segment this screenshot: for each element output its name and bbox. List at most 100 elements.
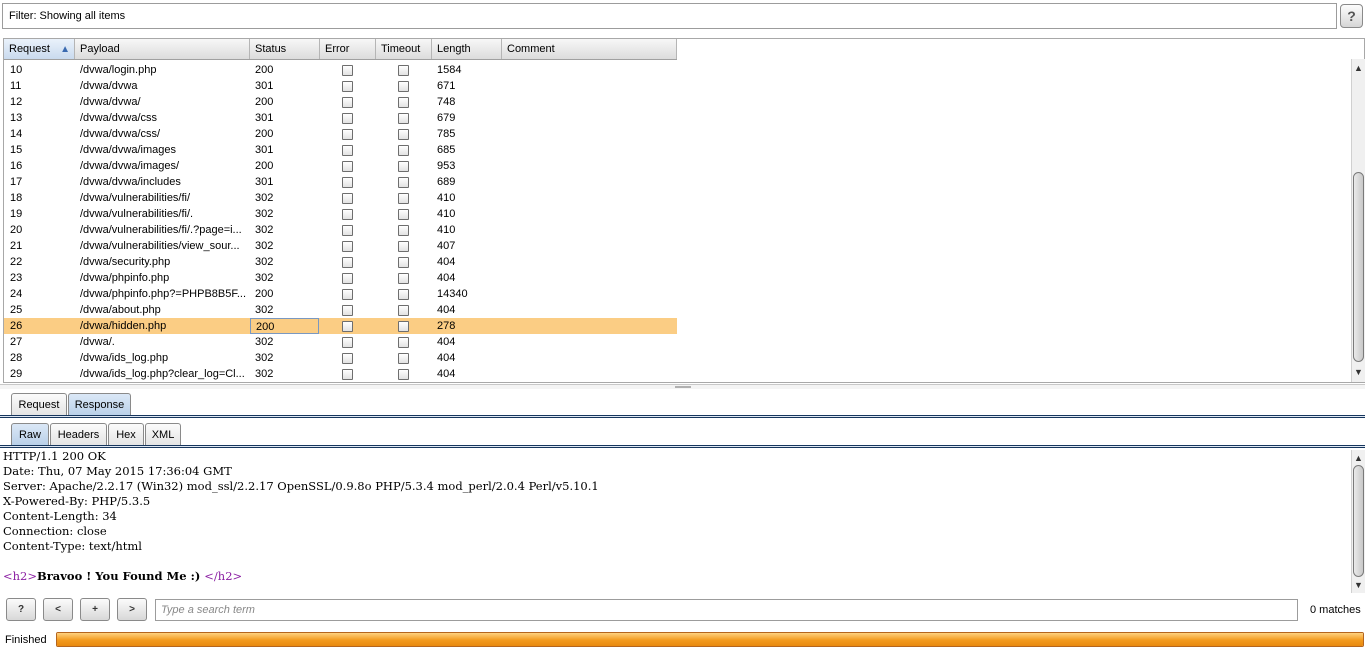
table-row[interactable]: 28/dvwa/ids_log.php 302 404 (4, 350, 677, 366)
status-cell: 301 (255, 176, 274, 188)
length-cell: 278 (437, 320, 456, 332)
length-cell: 685 (437, 144, 456, 156)
length-cell: 748 (437, 96, 456, 108)
tab-headers[interactable]: Headers (50, 423, 107, 446)
response-body-line: <h2>Bravoo ! You Found Me :) </h2> (3, 569, 242, 584)
checkbox-icon (342, 257, 353, 268)
length-cell: 689 (437, 176, 456, 188)
html-open-tag: <h2> (3, 569, 37, 583)
response-scrollbar[interactable]: ▲ ▼ (1351, 450, 1365, 593)
table-row[interactable]: 14/dvwa/dvwa/css/200 785 (4, 126, 677, 142)
column-header-payload[interactable]: Payload (75, 39, 250, 59)
payload-cell: /dvwa/dvwa/images/ (80, 160, 180, 172)
tab-hex[interactable]: Hex (108, 423, 144, 446)
column-header-request[interactable]: Request ▲ (4, 39, 75, 59)
timeout-checkbox[interactable] (398, 369, 410, 382)
table-row[interactable]: 23/dvwa/phpinfo.php 302 404 (4, 270, 677, 286)
view-tab-underline (0, 445, 1365, 448)
table-row[interactable]: 10/dvwa/login.php 200 1584 (4, 62, 677, 78)
table-row[interactable]: 27/dvwa/. 302 404 (4, 334, 677, 350)
checkbox-icon (398, 369, 409, 380)
status-cell: 302 (255, 304, 274, 316)
table-row[interactable]: 17/dvwa/dvwa/includes 301 689 (4, 174, 677, 190)
request-number: 11 (10, 80, 22, 92)
table-row[interactable]: 13/dvwa/dvwa/css 301 679 (4, 110, 677, 126)
search-add-button[interactable]: + (80, 598, 110, 621)
payload-cell: /dvwa/phpinfo.php?=PHPB8B5F... (80, 288, 247, 300)
filter-text: Filter: Showing all items (9, 10, 126, 22)
request-number: 15 (10, 144, 23, 156)
request-number: 19 (10, 208, 23, 220)
checkbox-icon (398, 241, 409, 252)
scrollbar-thumb[interactable] (1353, 465, 1364, 577)
request-number: 14 (10, 128, 23, 140)
response-header-line: Server: Apache/2.2.17 (Win32) mod_ssl/2.… (3, 479, 599, 493)
checkbox-icon (342, 225, 353, 236)
request-number: 25 (10, 304, 23, 316)
payload-cell: /dvwa/login.php (80, 64, 157, 76)
splitter-grip-icon (675, 386, 691, 388)
column-header-comment[interactable]: Comment (502, 39, 677, 59)
search-help-button[interactable]: ? (6, 598, 36, 621)
checkbox-icon (398, 337, 409, 348)
status-cell: 302 (255, 224, 274, 236)
pane-splitter[interactable] (0, 384, 1365, 389)
status-cell: 301 (255, 112, 274, 124)
results-table: Request ▲ Payload Status Error Timeout L… (3, 38, 1365, 383)
table-row[interactable]: 26/dvwa/hidden.php 200 278 (4, 318, 677, 334)
table-row[interactable]: 22/dvwa/security.php 302 404 (4, 254, 677, 270)
request-number: 29 (10, 368, 23, 380)
filter-help-button[interactable]: ? (1340, 4, 1363, 28)
checkbox-icon (342, 65, 353, 76)
tab-request[interactable]: Request (11, 393, 67, 416)
status-cell: 302 (255, 272, 274, 284)
column-header-length[interactable]: Length (432, 39, 502, 59)
table-row[interactable]: 29/dvwa/ids_log.php?clear_log=Cl... 302 40… (4, 366, 677, 382)
length-cell: 410 (437, 192, 456, 204)
table-row[interactable]: 16/dvwa/dvwa/images/200 953 (4, 158, 677, 174)
search-previous-button[interactable]: < (43, 598, 73, 621)
tab-xml[interactable]: XML (145, 423, 181, 446)
search-input[interactable]: Type a search term (155, 599, 1298, 621)
checkbox-icon (342, 353, 353, 364)
scroll-up-icon[interactable]: ▲ (1352, 61, 1365, 75)
table-row[interactable]: 24/dvwa/phpinfo.php?=PHPB8B5F... 200 14340 (4, 286, 677, 302)
request-number: 17 (10, 176, 23, 188)
html-close-tag: </h2> (204, 569, 243, 583)
column-header-status[interactable]: Status (250, 39, 320, 59)
status-cell: 200 (255, 288, 274, 300)
table-row[interactable]: 18/dvwa/vulnerabilities/fi/302 410 (4, 190, 677, 206)
column-header-error[interactable]: Error (320, 39, 376, 59)
length-cell: 404 (437, 304, 456, 316)
scroll-up-icon[interactable]: ▲ (1352, 451, 1365, 465)
tab-raw[interactable]: Raw (11, 423, 49, 446)
results-scrollbar[interactable]: ▲ ▼ (1351, 59, 1365, 382)
payload-cell: /dvwa/. (80, 336, 115, 348)
table-row[interactable]: 21/dvwa/vulnerabilities/view_sour... 302 4… (4, 238, 677, 254)
table-row[interactable]: 19/dvwa/vulnerabilities/fi/. 302 410 (4, 206, 677, 222)
payload-cell: /dvwa/dvwa/ (80, 96, 141, 108)
checkbox-icon (342, 209, 353, 220)
table-row[interactable]: 12/dvwa/dvwa/200 748 (4, 94, 677, 110)
table-row[interactable]: 11/dvwa/dvwa 301 671 (4, 78, 677, 94)
table-row[interactable]: 20/dvwa/vulnerabilities/fi/.?page=i... 30… (4, 222, 677, 238)
length-cell: 404 (437, 272, 456, 284)
scroll-down-icon[interactable]: ▼ (1352, 578, 1365, 592)
table-row[interactable]: 15/dvwa/dvwa/images 301 685 (4, 142, 677, 158)
request-number: 27 (10, 336, 23, 348)
scrollbar-thumb[interactable] (1353, 172, 1364, 362)
search-next-button[interactable]: > (117, 598, 147, 621)
checkbox-icon (342, 97, 353, 108)
column-header-timeout[interactable]: Timeout (376, 39, 432, 59)
table-row[interactable]: 25/dvwa/about.php 302 404 (4, 302, 677, 318)
filter-bar[interactable]: Filter: Showing all items (2, 3, 1337, 29)
scroll-down-icon[interactable]: ▼ (1352, 365, 1365, 379)
error-checkbox[interactable] (342, 369, 354, 382)
length-cell: 404 (437, 336, 456, 348)
checkbox-icon (398, 273, 409, 284)
request-number: 13 (10, 112, 23, 124)
tab-response[interactable]: Response (68, 393, 131, 416)
response-raw-view[interactable]: HTTP/1.1 200 OK Date: Thu, 07 May 2015 1… (0, 449, 1352, 594)
request-number: 18 (10, 192, 23, 204)
checkbox-icon (398, 97, 409, 108)
